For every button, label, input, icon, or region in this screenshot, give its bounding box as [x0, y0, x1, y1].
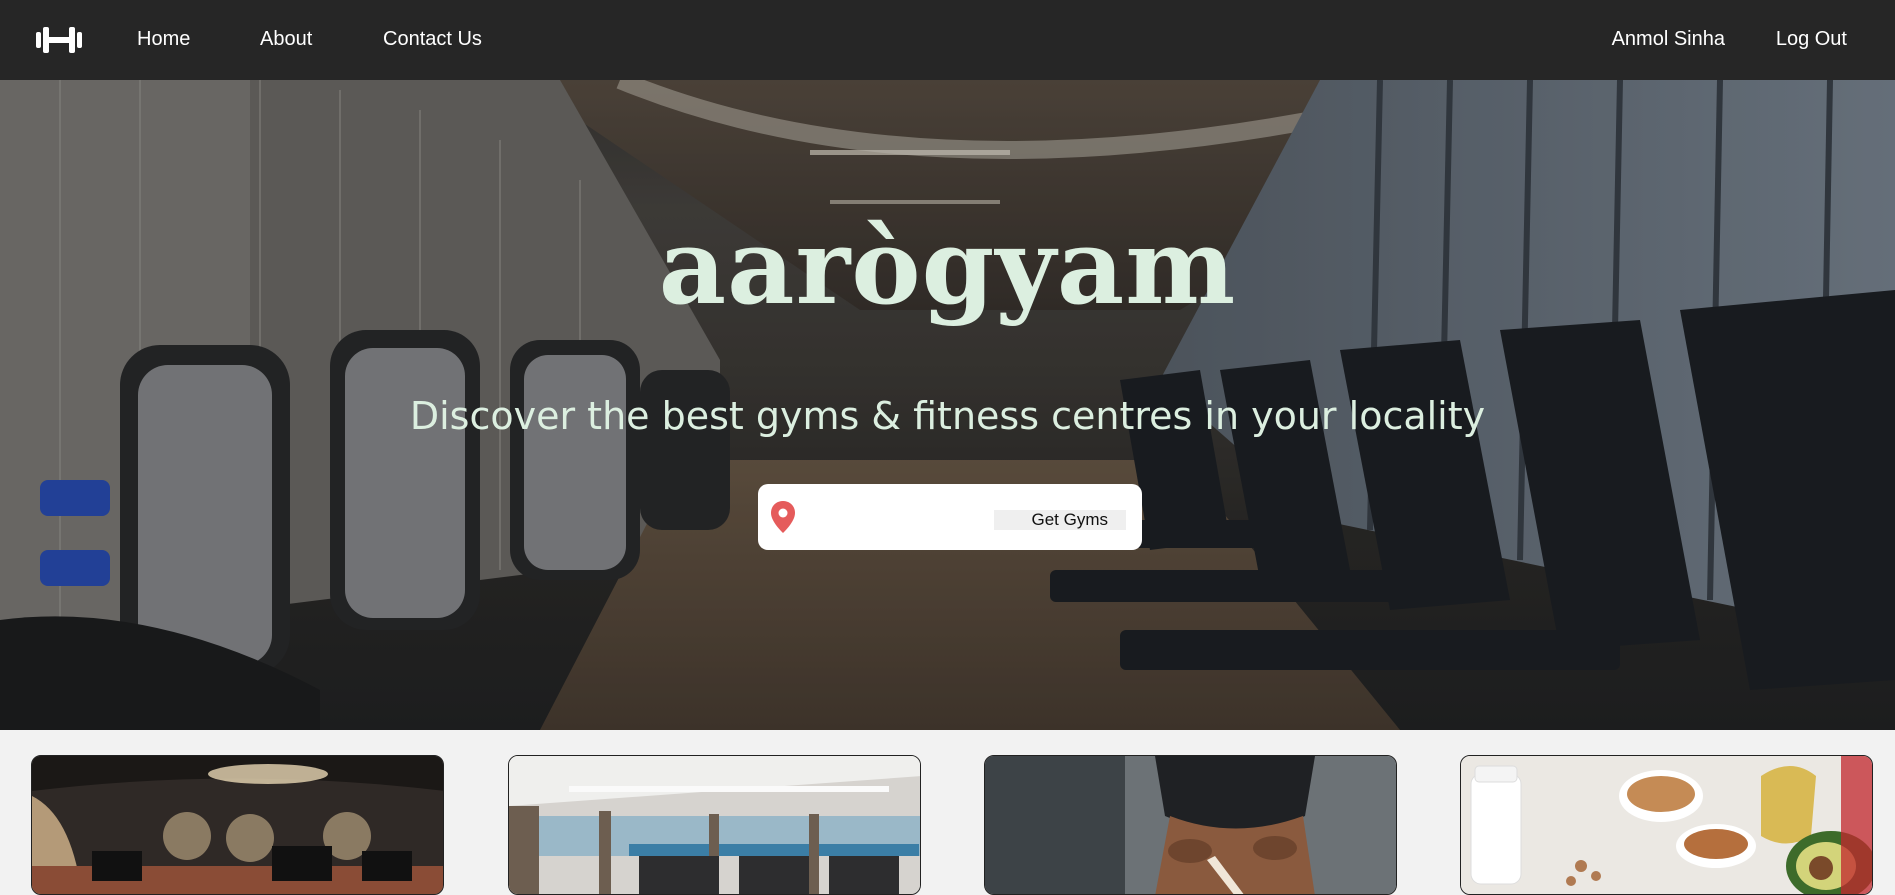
nav-about-link[interactable]: About	[260, 28, 312, 51]
gym-interior-card[interactable]	[31, 755, 444, 895]
top-navbar: Home About Contact Us Anmol Sinha Log Ou…	[0, 0, 1895, 80]
location-search-box: Get Gyms	[758, 484, 1142, 550]
location-pin-icon	[771, 501, 795, 533]
gym-floor-card[interactable]	[508, 755, 921, 895]
gym-interior-image	[32, 756, 443, 894]
get-gyms-button[interactable]: Get Gyms	[994, 510, 1126, 530]
logout-link[interactable]: Log Out	[1776, 28, 1847, 51]
hero-tagline: Discover the best gyms & fitness centres…	[409, 394, 1486, 438]
fitness-measure-card[interactable]	[984, 755, 1397, 895]
nutrition-card[interactable]	[1460, 755, 1873, 895]
user-profile-link[interactable]: Anmol Sinha	[1612, 28, 1725, 51]
feature-cards	[0, 730, 1895, 895]
dumbbell-icon[interactable]	[34, 24, 84, 56]
nav-home-link[interactable]: Home	[137, 28, 190, 51]
nav-contact-link[interactable]: Contact Us	[383, 28, 482, 51]
hero-section: aarògyam Discover the best gyms & fitnes…	[0, 80, 1895, 730]
brand-title: aarògyam	[658, 205, 1237, 328]
gym-floor-image	[509, 756, 920, 894]
waist-measure-image	[985, 756, 1396, 894]
healthy-food-image	[1461, 756, 1872, 894]
